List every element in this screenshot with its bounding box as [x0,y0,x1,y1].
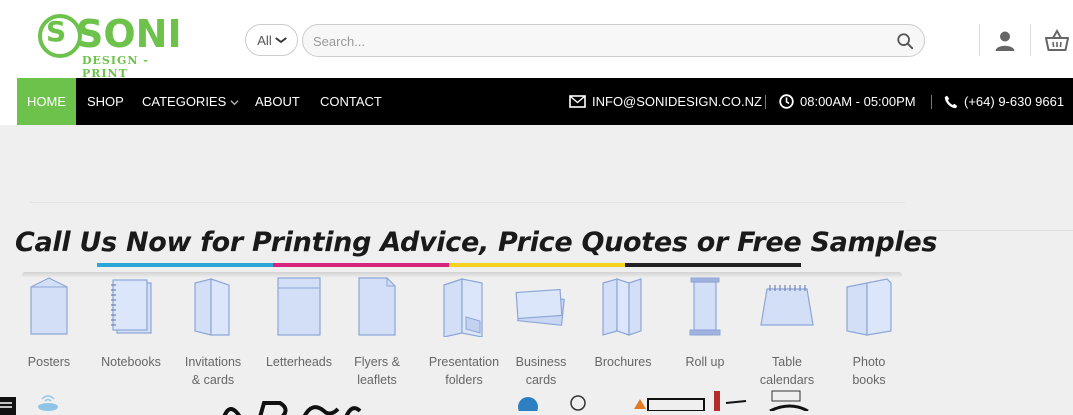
category-select-value: All [257,32,272,48]
clock-icon [779,94,794,109]
logo-subtitle: DESIGN - PRINT [82,54,149,80]
product-label-line: Invitations [184,355,242,369]
chevron-down-icon [230,100,239,106]
product-label-line: cards [525,373,557,387]
brochure-icon [602,278,642,336]
product-label: Roll up [660,353,750,371]
product-label-line: calendars [759,373,815,387]
site-header: S SONI DESIGN - PRINT All [0,0,1073,80]
nav-item-home[interactable]: HOME [17,78,76,125]
search-input[interactable] [313,32,873,50]
account-icon[interactable] [994,30,1016,52]
product-letterheads[interactable]: Letterheads [254,277,344,369]
product-label-line: & cards [191,373,235,387]
chevron-down-icon [274,37,287,44]
product-roll-up[interactable]: Roll up [660,277,750,369]
product-label-line: Business [515,355,567,369]
phone-icon [944,95,958,108]
product-label-line: Notebooks [101,355,161,369]
nav-hours: 08:00AM - 05:00PM [779,78,916,125]
hero-banner: Call Us Now for Printing Advice, Price Q… [0,125,1073,415]
headline-underline-magenta [273,263,449,267]
header-divider [979,24,980,56]
folder-icon [443,278,483,337]
logo-text: SONI [76,12,182,56]
product-table-calendars[interactable]: Table calendars [742,277,832,387]
product-label-line: Photo [852,355,886,369]
product-label-line: Posters [27,355,71,369]
basket-icon[interactable] [1044,28,1070,54]
doodle-graphics-icon [518,390,809,411]
product-label-line: Table [772,355,802,369]
product-posters[interactable]: Posters [4,277,94,369]
nav-email-text: INFO@SONIDESIGN.CO.NZ [592,94,762,109]
product-label: Table calendars [742,353,832,389]
search-bar[interactable] [302,24,925,57]
product-label: Brochures [578,353,668,371]
cloud-icon [38,395,58,411]
photo-book-icon [846,278,892,336]
product-label: Business cards [496,353,586,389]
nav-email-link[interactable]: INFO@SONIDESIGN.CO.NZ [569,78,762,125]
product-label: Flyers & leaflets [332,353,422,389]
nav-item-shop[interactable]: SHOP [87,78,124,125]
headline-underline-black [625,263,801,267]
letterhead-icon [277,277,321,336]
product-flyers[interactable]: Flyers & leaflets [332,277,422,387]
banner-headline: Call Us Now for Printing Advice, Price Q… [15,227,938,258]
nav-separator [931,95,932,109]
product-invitations[interactable]: Invitations & cards [168,277,258,387]
poster-icon [30,277,68,335]
flyer-icon [358,277,396,336]
product-label-line: Letterheads [265,355,333,369]
product-label: Posters [4,353,94,371]
nav-phone-link[interactable]: (+64) 9-630 9661 [944,78,1064,125]
invitation-card-icon [194,278,230,336]
notebook-icon [111,279,152,334]
product-list: Posters Notebooks Invitations & cards Let… [0,277,1073,397]
product-label-line: Flyers & [354,355,400,369]
product-label-line: books [852,373,886,387]
category-select[interactable]: All [245,24,298,56]
main-nav: HOME SHOP CATEGORIES ABOUT CONTACT INFO@… [17,78,1073,125]
nav-item-contact[interactable]: CONTACT [320,78,382,125]
search-icon[interactable] [896,32,914,50]
product-label: Notebooks [86,353,176,371]
header-divider [1030,24,1031,56]
banner-bottom-graphics [0,390,1073,415]
headline-underline-yellow [449,263,625,267]
envelope-icon [569,95,586,108]
product-label: Letterheads [254,353,344,371]
nav-item-categories[interactable]: CATEGORIES [142,78,239,125]
logo-mark: S [46,15,67,48]
product-label-line: Brochures [594,355,652,369]
nav-item-categories-label: CATEGORIES [142,94,227,109]
nav-separator [765,95,766,109]
product-photo-books[interactable]: Photo books [824,277,914,387]
product-notebooks[interactable]: Notebooks [86,277,176,369]
product-label: Photo books [824,353,914,389]
product-label-line: leaflets [357,373,397,387]
product-brochures[interactable]: Brochures [578,277,668,369]
product-business-cards[interactable]: Business cards [496,277,586,387]
business-card-icon [515,288,565,326]
sketch-graphic-icon [222,401,362,415]
roll-up-banner-icon [689,277,721,336]
product-label: Invitations & cards [168,353,258,389]
chat-icon[interactable] [0,395,20,415]
site-logo[interactable]: S SONI DESIGN - PRINT [38,10,198,80]
banner-rule [30,202,905,203]
nav-phone-text: (+64) 9-630 9661 [964,94,1065,109]
headline-underline-cyan [97,263,273,267]
nav-hours-text: 08:00AM - 05:00PM [800,94,916,109]
calendar-icon [760,285,814,326]
nav-item-about[interactable]: ABOUT [255,78,300,125]
product-label-line: Roll up [685,355,725,369]
